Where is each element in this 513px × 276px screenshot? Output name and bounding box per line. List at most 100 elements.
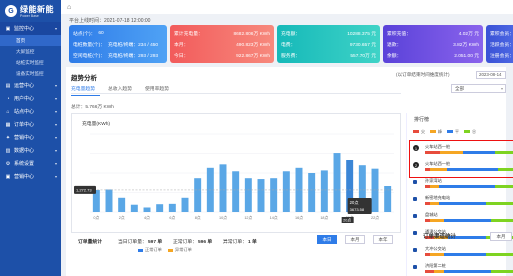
chart-bar xyxy=(244,178,252,212)
sidebar-item-8[interactable]: ▣ 营销中心 ▾ xyxy=(0,170,61,183)
legend-normal: 正常订单 xyxy=(138,247,162,253)
ranking-bar xyxy=(425,253,513,256)
sidebar-item-label: 系统设置 xyxy=(14,161,35,167)
chart-bar xyxy=(118,197,126,212)
trend-tabs: 充电量趋势 总收入趋势 使用率趋势 xyxy=(71,84,182,96)
ranking-bar-segment xyxy=(429,185,440,188)
trend-title: 趋势分析 xyxy=(71,75,97,82)
logo: G 绿能新能 Power Base xyxy=(0,0,61,22)
sidebar-item-0[interactable]: ▣ 监控中心 ▾ xyxy=(0,22,61,35)
legend-normal-label: 正常订单 xyxy=(145,247,162,252)
tab-divider xyxy=(71,93,401,94)
sidebar-item-icon: ⌂ xyxy=(6,108,10,115)
sidebar-item-icon: ▣ xyxy=(5,173,11,180)
legend-label: 平 xyxy=(455,128,459,134)
ranking-item[interactable]: 新密地充电站 xyxy=(413,193,513,210)
stat-card-charge-energy: 累计充电量： 8682.806万 KWh 本月： 490.823万 KWh 今日： 922… xyxy=(170,25,274,63)
ranking-item[interactable]: 盘城站 xyxy=(413,210,513,227)
card-row: 充电额： 10288.375 元 xyxy=(281,28,376,39)
chevron-down-icon: ▾ xyxy=(500,86,503,91)
ranking-item[interactable]: 济阳第二桩 xyxy=(413,261,513,276)
card-row-value: 充电桩/终端：293 / 293 xyxy=(107,54,159,59)
sidebar-subitem-2[interactable]: 站桩实时监控 xyxy=(0,57,61,68)
card-row-value: 557.70万 元 xyxy=(350,54,376,59)
legend-swatch xyxy=(447,130,453,133)
x-tick-label: 4点 xyxy=(144,215,150,220)
ranking-legend-item: 平 xyxy=(447,129,459,135)
sidebar-item-1[interactable]: ▤ 运营中心 ▾ xyxy=(0,79,61,92)
time-button-day[interactable]: 本日 xyxy=(317,235,337,244)
ranking-item[interactable]: 孙家湾站 xyxy=(413,176,513,193)
sidebar-item-label: 监控中心 xyxy=(14,26,35,32)
ranking-number xyxy=(413,180,417,184)
chart-bar xyxy=(219,164,227,212)
card-row: 站点(个)： 60 xyxy=(73,28,163,39)
ranking-number xyxy=(413,214,417,218)
ranking-bar xyxy=(425,202,513,205)
ranking-bar-segment xyxy=(429,253,444,256)
channel-month-button[interactable]: 本月 xyxy=(490,232,512,241)
chevron-down-icon: ▾ xyxy=(54,161,57,166)
legend-normal-swatch xyxy=(138,248,143,252)
ranking-legend-item: 峰 xyxy=(430,129,442,135)
ranking-bar-segment xyxy=(446,168,499,171)
station-select[interactable]: 全部 ▾ xyxy=(451,84,506,93)
stat-note: (以订单结束时间维度统计) xyxy=(396,72,450,77)
card-row-label: 本月： xyxy=(174,43,189,48)
ranking-item[interactable]: 大冲公交站 xyxy=(413,244,513,261)
ranking-item[interactable]: 1 火车站西一桩 xyxy=(413,142,513,159)
card-row: 本月： 490.823万 KWh xyxy=(174,39,270,50)
card-row-label: 充电额： xyxy=(281,32,301,37)
card-row-label: 今日： xyxy=(174,54,189,59)
date-picker[interactable]: 2023-08-14 xyxy=(476,71,506,79)
chart-bar xyxy=(105,189,113,212)
ranking-card: 排行榜 尖峰平谷 1 火车站西一桩 2 火车站西一桩 孙家湾站 新密地充电站 盘城站 通津公交… xyxy=(406,113,513,276)
card-row-label: 累积充值： xyxy=(387,32,411,37)
legend-abnormal-swatch xyxy=(168,248,173,252)
ranking-bar xyxy=(425,219,513,222)
sidebar-item-4[interactable]: ▦ 订单中心 ▾ xyxy=(0,118,61,131)
sidebar-item-5[interactable]: ✦ 营销中心 ▾ xyxy=(0,131,61,144)
chevron-down-icon: ▾ xyxy=(54,26,57,31)
card-row-label: 站点(个)： xyxy=(73,32,96,37)
card-row-value: 60 xyxy=(98,31,104,36)
chevron-down-icon: ▾ xyxy=(54,96,57,101)
ranking-station-name: 济阳第二桩 xyxy=(425,263,446,268)
tab-income-trend[interactable]: 总收入趋势 xyxy=(108,84,137,96)
ranking-bar-segment xyxy=(439,185,496,188)
ranking-bar-segment xyxy=(495,185,513,188)
chart-bar xyxy=(308,173,316,212)
time-button-month[interactable]: 本月 xyxy=(345,235,365,244)
sidebar-item-label: 用户中心 xyxy=(14,96,35,102)
ranking-number xyxy=(413,197,417,201)
chart-card: 充电量(KWh) 0点2点4点6点8点10点12点14点16点18点20点22点… xyxy=(71,113,401,233)
sidebar-subitem-3[interactable]: 设备实时监控 xyxy=(0,68,61,79)
ranking-station-name: 盘城站 xyxy=(425,212,438,217)
sidebar-subitem-1[interactable]: 大屏监控 xyxy=(0,46,61,57)
sidebar: G 绿能新能 Power Base ▣ 监控中心 ▾ 首页 大屏监控 站桩实时监控 设备实时… xyxy=(0,0,61,276)
chevron-down-icon: ▾ xyxy=(54,122,57,127)
ranking-bar xyxy=(425,151,513,154)
sidebar-item-2[interactable]: ◔ 用户中心 ▾ xyxy=(0,92,61,105)
ranking-bar-segment xyxy=(434,270,444,273)
time-button-year[interactable]: 本年 xyxy=(373,235,393,244)
sidebar-item-6[interactable]: ▥ 数据中心 ▾ xyxy=(0,144,61,157)
tab-charge-trend[interactable]: 充电量趋势 xyxy=(71,84,100,96)
brand-sub: Power Base xyxy=(20,13,39,18)
card-row: 服务费： 557.70万 元 xyxy=(281,50,376,61)
x-tick-label: 16点 xyxy=(295,215,303,220)
orders-normal-value: 596 单 xyxy=(198,240,213,245)
sidebar-item-7[interactable]: ⚙ 系统设置 ▾ xyxy=(0,157,61,170)
ranking-item[interactable]: 2 火车站西一桩 xyxy=(413,159,513,176)
sidebar-item-3[interactable]: ⌂ 站点中心 ▾ xyxy=(0,105,61,118)
card-row: 空闲电桩(个)： 充电桩/终端：293 / 293 xyxy=(73,50,163,61)
ranking-legend-item: 尖 xyxy=(413,129,425,135)
ranking-number: 1 xyxy=(413,145,419,151)
legend-label: 尖 xyxy=(421,128,425,134)
sidebar-item-icon: ✦ xyxy=(5,134,11,141)
ranking-bar-segment xyxy=(486,253,513,256)
sidebar-item-label: 营销中心 xyxy=(14,135,35,141)
sidebar-subitem-0[interactable]: 首页 xyxy=(0,35,61,46)
tab-usage-trend[interactable]: 使用率趋势 xyxy=(145,84,174,96)
home-icon[interactable]: ⌂ xyxy=(67,4,71,11)
